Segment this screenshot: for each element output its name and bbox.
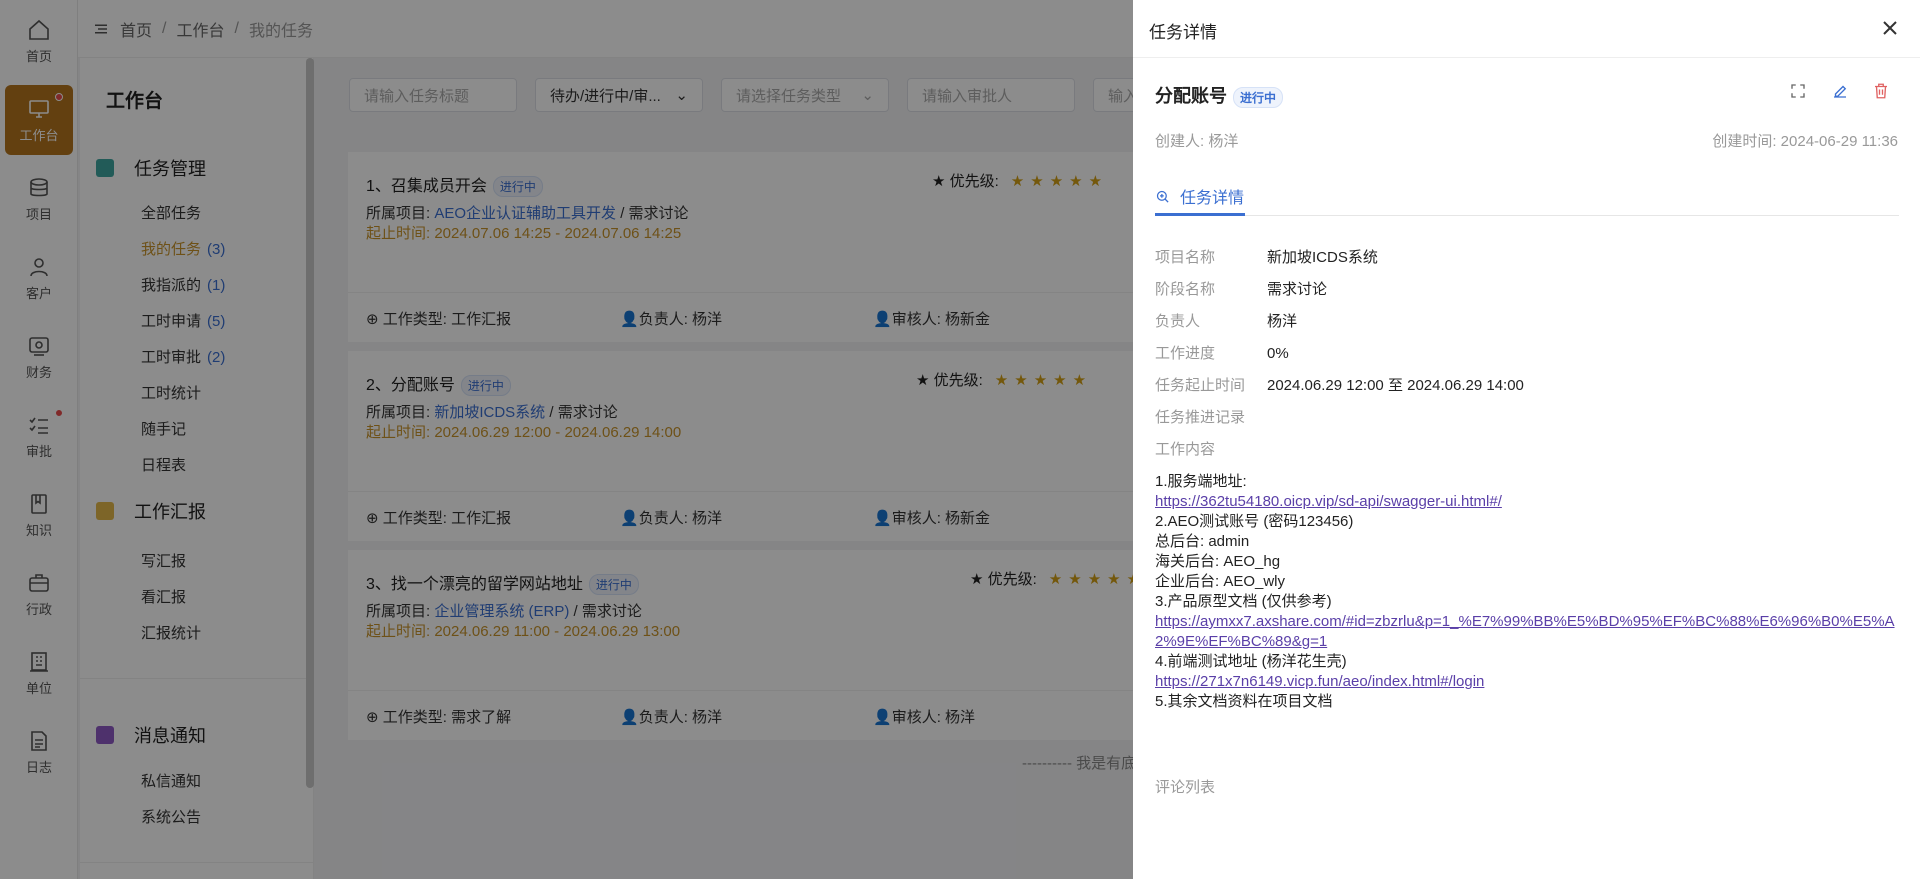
task-title-text: 分配账号: [1155, 86, 1227, 106]
content-line: 5.其余文档资料在项目文档: [1155, 693, 1333, 710]
field-time-range: 任务起止时间 2024.06.29 12:00 至 2024.06.29 14:0…: [1155, 374, 1524, 395]
zoom-icon: [1156, 190, 1169, 203]
field-key: 工作进度: [1155, 345, 1216, 362]
content-line: 2.AEO测试账号 (密码123456): [1155, 513, 1354, 530]
frontend-url-link[interactable]: https://271x7n6149.vicp.fun/aeo/index.ht…: [1155, 673, 1484, 690]
field-value: 新加坡ICDS系统: [1267, 249, 1378, 266]
drawer-title: 任务详情: [1149, 23, 1217, 42]
delete-icon[interactable]: [1872, 82, 1890, 100]
field-key: 工作内容: [1155, 441, 1216, 458]
status-badge: 进行中: [1233, 86, 1284, 108]
tab-task-detail[interactable]: 任务详情: [1155, 184, 1244, 208]
tab-label: 任务详情: [1180, 190, 1245, 207]
content-line: 4.前端测试地址 (杨洋花生壳): [1155, 653, 1347, 670]
content-line: 海关后台: AEO_hg: [1155, 553, 1281, 570]
drawer-header: 任务详情: [1133, 0, 1920, 58]
prototype-link[interactable]: https://aymxx7.axshare.com/#id=zbzrlu&p=…: [1155, 612, 1899, 652]
tab-underline: [1155, 213, 1245, 216]
field-value: 需求讨论: [1267, 281, 1328, 298]
field-project: 项目名称 新加坡ICDS系统: [1155, 246, 1378, 267]
field-owner: 负责人 杨洋: [1155, 310, 1297, 331]
field-key: 阶段名称: [1155, 281, 1216, 298]
edit-icon[interactable]: [1831, 82, 1849, 100]
field-value: 杨洋: [1267, 313, 1298, 330]
content-line: 企业后台: AEO_wly: [1155, 573, 1286, 590]
field-key: 负责人: [1155, 313, 1201, 330]
field-key: 任务起止时间: [1155, 377, 1246, 394]
field-value: 0%: [1267, 345, 1289, 362]
field-key: 项目名称: [1155, 249, 1216, 266]
tab-divider: [1155, 215, 1899, 216]
task-detail-drawer: 任务详情 分配账号 进行中 创建人: 杨洋 创建时间: 2024-06-29 11…: [1133, 0, 1920, 879]
server-url-link[interactable]: https://362tu54180.oicp.vip/sd-api/swagg…: [1155, 493, 1502, 510]
field-key: 任务推进记录: [1155, 409, 1246, 426]
work-content: 1.服务端地址: https://362tu54180.oicp.vip/sd-…: [1155, 472, 1899, 712]
created-time: 创建时间: 2024-06-29 11:36: [1712, 133, 1898, 150]
field-progress: 工作进度 0%: [1155, 342, 1289, 363]
task-title: 分配账号 进行中: [1155, 82, 1284, 108]
creator: 创建人: 杨洋: [1155, 133, 1239, 150]
field-value: 2024.06.29 12:00 至 2024.06.29 14:00: [1267, 377, 1524, 394]
comments-heading: 评论列表: [1155, 779, 1216, 796]
field-stage: 阶段名称 需求讨论: [1155, 278, 1327, 299]
field-progress-log: 任务推进记录: [1155, 406, 1267, 427]
fullscreen-icon[interactable]: [1789, 82, 1807, 100]
field-work-content: 工作内容: [1155, 438, 1267, 459]
close-icon[interactable]: [1878, 16, 1902, 40]
content-line: 3.产品原型文档 (仅供参考): [1155, 593, 1332, 610]
content-line: 总后台: admin: [1155, 533, 1250, 550]
content-line: 1.服务端地址:: [1155, 473, 1247, 490]
